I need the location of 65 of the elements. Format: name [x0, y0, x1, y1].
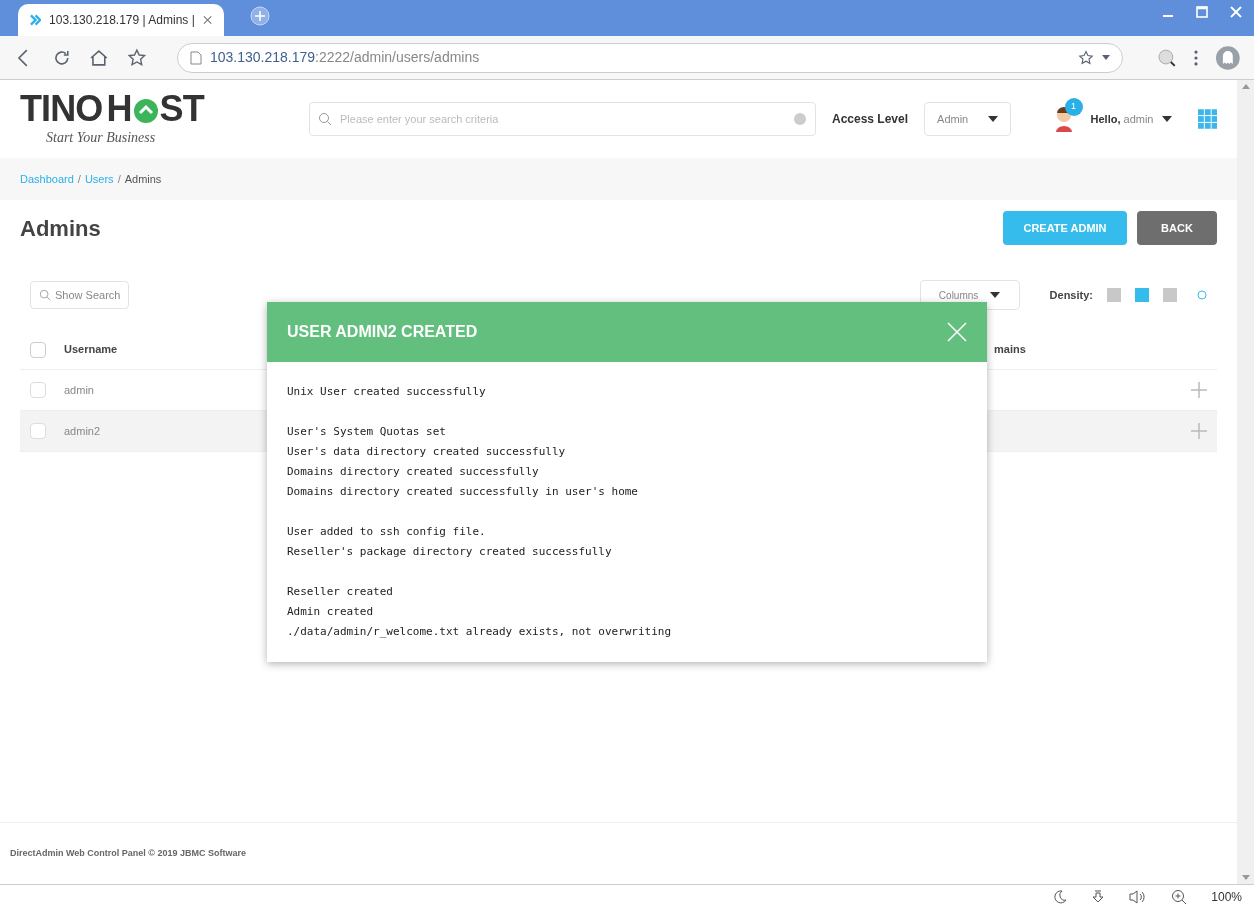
create-button[interactable]: CREATE ADMIN [1003, 211, 1127, 245]
ghost-avatar-icon[interactable] [1216, 45, 1240, 70]
access-level-select[interactable]: Admin [924, 102, 1011, 136]
new-tab-icon[interactable] [250, 6, 270, 26]
show-search-button[interactable]: Show Search [30, 281, 130, 309]
column-header: mains [994, 342, 1026, 358]
breadcrumb-link[interactable]: Users [84, 170, 114, 188]
scroll-down-icon[interactable] [1241, 875, 1250, 880]
message-line: User's data directory created successfully [287, 444, 567, 460]
dialog-title: USER ADMIN2 CREATED [287, 322, 478, 342]
back-button[interactable]: BACK [1137, 211, 1217, 245]
page-icon [189, 50, 202, 65]
breadcrumb-current: Admins [124, 171, 162, 187]
close-icon[interactable] [1230, 6, 1242, 18]
apps-grid-icon[interactable] [1197, 109, 1217, 129]
caret-icon [990, 292, 1001, 298]
message-line: Admin created [287, 604, 375, 620]
caret-icon [987, 116, 998, 122]
density-label: Density: [1049, 287, 1093, 303]
column-header: Username [64, 342, 119, 358]
caret-icon [1161, 116, 1172, 122]
volume-icon[interactable] [1129, 889, 1148, 904]
message-line: Unix User created successfully [287, 384, 487, 400]
username-cell-text: admin [64, 382, 94, 398]
chevron-icon [30, 14, 42, 26]
message-line: Reseller's package directory created successfully [287, 544, 613, 560]
night-mode-icon[interactable] [1053, 889, 1068, 904]
bookmark-star-icon[interactable] [127, 47, 147, 68]
download-icon[interactable] [1091, 889, 1106, 904]
logo: TINOH ST [20, 90, 204, 127]
menu-icon[interactable] [1194, 49, 1199, 66]
zoom-icon[interactable] [1171, 888, 1188, 905]
search-icon [39, 289, 51, 301]
message-line: User's System Quotas set [287, 424, 447, 440]
ip-lookup-icon[interactable] [1156, 47, 1177, 68]
zoom-level: 100% [1211, 888, 1242, 906]
breadcrumb-separator: / [117, 171, 121, 187]
breadcrumb-link[interactable]: Dashboard [20, 170, 74, 188]
notification-badge: 1 [1064, 98, 1083, 116]
message-line: Reseller created [287, 584, 394, 600]
message-line: Domains directory created successfully in user's home [287, 484, 639, 500]
logo-tagline: Start Your Business [46, 128, 156, 147]
close-icon[interactable] [947, 322, 967, 342]
select-all-checkbox[interactable] [30, 341, 46, 358]
close-tab-icon[interactable] [202, 15, 212, 25]
browser-tab[interactable]: 103.130.218.179 | Admins | [18, 4, 224, 36]
message-line: Domains directory created successfully [287, 464, 540, 480]
footer-text: DirectAdmin Web Control Panel © 2019 JBMC Software [10, 846, 246, 860]
dropdown-caret-icon[interactable] [1101, 55, 1110, 60]
access-level-label: Access Level [832, 111, 909, 128]
page-title: Admins [20, 214, 102, 243]
search-field[interactable]: Please enter your search criteria [309, 102, 816, 136]
user-menu[interactable]: Hello, admin [1090, 110, 1172, 128]
row-checkbox[interactable] [30, 382, 46, 398]
message-line: ./data/admin/r_welcome.txt already exists, not overwriting [287, 624, 673, 640]
username-cell-text: admin2 [64, 423, 101, 439]
row-checkbox[interactable] [30, 423, 46, 439]
address-bar[interactable]: 103.130.218.179:2222/admin/users/admins [176, 42, 1123, 73]
search-icon [318, 112, 332, 126]
scroll-up-icon[interactable] [1241, 84, 1250, 89]
message-line: User added to ssh config file. [287, 524, 487, 540]
maximize-icon[interactable] [1196, 6, 1208, 18]
star-icon[interactable] [1077, 49, 1094, 66]
breadcrumb-separator: / [77, 171, 81, 187]
home-icon[interactable] [89, 47, 110, 68]
